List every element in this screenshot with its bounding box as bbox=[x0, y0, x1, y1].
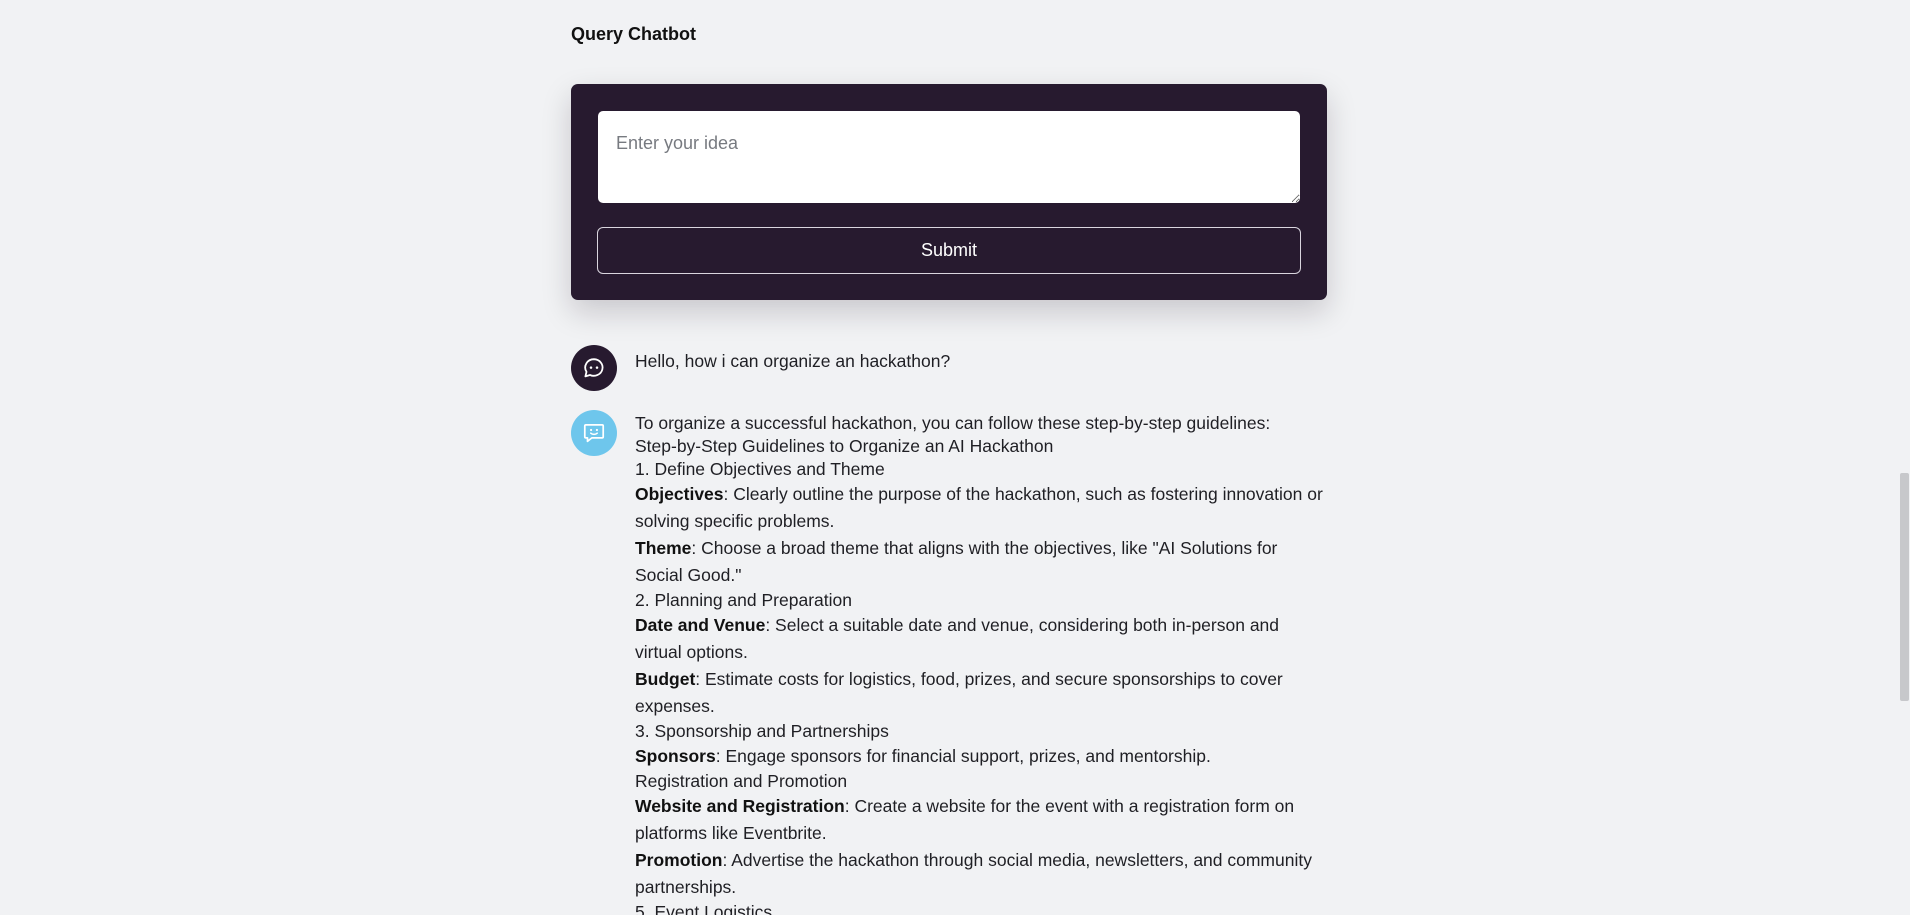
bot-message-icon bbox=[583, 424, 605, 443]
section-heading-3: 3. Sponsorship and Partnerships bbox=[635, 721, 889, 741]
text-budget: : Estimate costs for logistics, food, pr… bbox=[635, 669, 1283, 716]
response-item-date-venue: Date and Venue: Select a suitable date a… bbox=[635, 612, 1327, 666]
chat-bubble-icon bbox=[584, 358, 604, 378]
scrollbar-thumb[interactable] bbox=[1900, 473, 1909, 701]
term-budget: Budget bbox=[635, 669, 696, 689]
response-item-sponsors: Sponsors: Engage sponsors for financial … bbox=[635, 743, 1327, 770]
response-item-budget: Budget: Estimate costs for logistics, fo… bbox=[635, 666, 1327, 720]
response-item-theme: Theme: Choose a broad theme that aligns … bbox=[635, 535, 1327, 589]
idea-input[interactable] bbox=[598, 111, 1300, 203]
bot-avatar bbox=[571, 410, 617, 456]
text-promotion: : Advertise the hackathon through social… bbox=[635, 850, 1312, 897]
page-scrollbar[interactable] bbox=[1898, 0, 1910, 915]
submit-button[interactable]: Submit bbox=[597, 227, 1301, 274]
section-heading-4: Registration and Promotion bbox=[635, 771, 848, 791]
response-item-objectives: Objectives: Clearly outline the purpose … bbox=[635, 481, 1327, 535]
section-heading-2: 2. Planning and Preparation bbox=[635, 590, 852, 610]
user-message-text: Hello, how i can organize an hackathon? bbox=[635, 351, 951, 371]
term-date-venue: Date and Venue bbox=[635, 615, 766, 635]
text-sponsors: : Engage sponsors for financial support,… bbox=[715, 746, 1211, 766]
term-sponsors: Sponsors bbox=[635, 746, 716, 766]
response-heading: Step-by-Step Guidelines to Organize an A… bbox=[635, 436, 1054, 456]
term-promotion: Promotion bbox=[635, 850, 723, 870]
page-title: Query Chatbot bbox=[571, 24, 697, 44]
section-heading-5: 5. Event Logistics bbox=[635, 902, 773, 915]
text-objectives: : Clearly outline the purpose of the hac… bbox=[635, 484, 1323, 531]
user-avatar bbox=[571, 345, 617, 391]
section-heading-1: 1. Define Objectives and Theme bbox=[635, 459, 885, 479]
query-form-card: Submit bbox=[571, 84, 1327, 300]
term-website: Website and Registration bbox=[635, 796, 845, 816]
text-theme: : Choose a broad theme that aligns with … bbox=[635, 538, 1278, 585]
page: Query Chatbot Submit Hello, how i can or… bbox=[0, 0, 1910, 915]
response-intro: To organize a successful hackathon, you … bbox=[635, 413, 1271, 433]
term-objectives: Objectives bbox=[635, 484, 724, 504]
term-theme: Theme bbox=[635, 538, 692, 558]
response-item-promotion: Promotion: Advertise the hackathon throu… bbox=[635, 847, 1327, 901]
bot-message-body: To organize a successful hackathon, you … bbox=[635, 412, 1327, 915]
response-item-website: Website and Registration: Create a websi… bbox=[635, 793, 1327, 847]
